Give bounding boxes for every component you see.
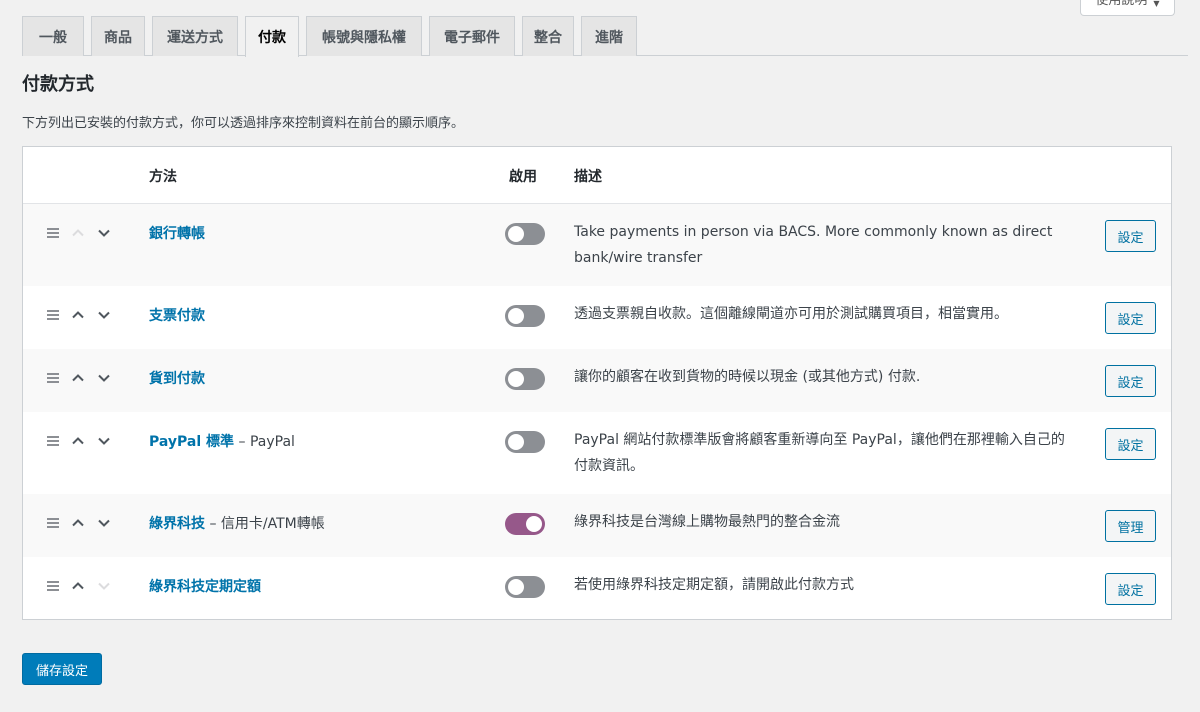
drag-handle-icon[interactable] [47, 373, 59, 383]
move-up-icon[interactable] [71, 308, 85, 322]
enable-toggle[interactable] [505, 513, 545, 535]
page-intro: 下方列出已安裝的付款方式，你可以透過排序來控制資料在前台的顯示順序。 [22, 116, 465, 131]
method-description: 若使用綠界科技定期定額，請開啟此付款方式 [574, 577, 854, 593]
move-down-icon[interactable] [97, 371, 111, 385]
tab-payments[interactable]: 付款 [245, 16, 299, 57]
method-name: 支票付款 [149, 305, 205, 325]
toggle-knob [508, 308, 524, 324]
tab-advanced[interactable]: 進階 [581, 16, 637, 56]
settings-button[interactable]: 設定 [1105, 428, 1156, 460]
method-description: Take payments in person via BACS. More c… [574, 224, 1053, 266]
table-row: 銀行轉帳 Take payments in person via BACS. M… [23, 204, 1171, 286]
move-down-icon[interactable] [97, 308, 111, 322]
move-up-icon[interactable] [71, 579, 85, 593]
method-name: 貨到付款 [149, 368, 205, 388]
method-name: 綠界科技定期定額 [149, 576, 261, 596]
move-up-icon[interactable] [71, 226, 85, 240]
save-settings-button[interactable]: 儲存設定 [22, 653, 102, 685]
tab-shipping[interactable]: 運送方式 [152, 16, 238, 56]
payment-methods-table: 方法 啟用 描述 銀行轉帳 Take payments in person vi… [22, 146, 1172, 620]
drag-handle-icon[interactable] [47, 436, 59, 446]
table-row: PayPal 標準 – PayPal PayPal 網站付款標準版會將顧客重新導… [23, 412, 1171, 494]
header-description: 描述 [574, 169, 602, 185]
drag-handle-icon[interactable] [47, 310, 59, 320]
toggle-knob [508, 226, 524, 242]
sort-controls [47, 371, 123, 385]
caret-down-icon: ▼ [1153, 0, 1160, 8]
help-button-label: 使用說明 [1095, 0, 1148, 8]
method-link[interactable]: 綠界科技 [149, 516, 205, 532]
page-title: 付款方式 [22, 74, 94, 95]
manage-button[interactable]: 管理 [1105, 510, 1156, 542]
method-link[interactable]: 支票付款 [149, 308, 205, 324]
settings-tabs: 一般 商品 運送方式 付款 帳號與隱私權 電子郵件 整合 進階 [22, 16, 1188, 57]
move-down-icon[interactable] [97, 434, 111, 448]
method-link[interactable]: 銀行轉帳 [149, 226, 205, 242]
move-up-icon[interactable] [71, 434, 85, 448]
settings-button[interactable]: 設定 [1105, 573, 1156, 605]
toggle-knob [508, 434, 524, 450]
toggle-knob [508, 579, 524, 595]
move-up-icon[interactable] [71, 516, 85, 530]
enable-toggle[interactable] [505, 305, 545, 327]
sort-controls [47, 308, 123, 322]
tab-emails[interactable]: 電子郵件 [429, 16, 515, 56]
move-down-icon[interactable] [97, 226, 111, 240]
enable-toggle[interactable] [505, 576, 545, 598]
method-link[interactable]: 綠界科技定期定額 [149, 579, 261, 595]
method-subtitle: – PayPal [234, 434, 295, 450]
method-description: 讓你的顧客在收到貨物的時候以現金 (或其他方式) 付款. [574, 369, 921, 385]
table-row: 貨到付款 讓你的顧客在收到貨物的時候以現金 (或其他方式) 付款. 設定 [23, 349, 1171, 412]
sort-controls [47, 516, 123, 530]
method-name: 銀行轉帳 [149, 223, 205, 243]
settings-button[interactable]: 設定 [1105, 220, 1156, 252]
method-link[interactable]: PayPal 標準 [149, 434, 234, 450]
enable-toggle[interactable] [505, 223, 545, 245]
method-subtitle: – 信用卡/ATM轉帳 [205, 516, 325, 532]
settings-button[interactable]: 設定 [1105, 302, 1156, 334]
drag-handle-icon[interactable] [47, 228, 59, 238]
method-link[interactable]: 貨到付款 [149, 371, 205, 387]
sort-controls [47, 226, 123, 240]
tab-integration[interactable]: 整合 [522, 16, 574, 56]
move-up-icon[interactable] [71, 371, 85, 385]
table-row: 綠界科技定期定額 若使用綠界科技定期定額，請開啟此付款方式 設定 [23, 557, 1171, 619]
table-row: 綠界科技 – 信用卡/ATM轉帳 綠界科技是台灣線上購物最熱門的整合金流 管理 [23, 494, 1171, 557]
enable-toggle[interactable] [505, 431, 545, 453]
move-down-icon[interactable] [97, 516, 111, 530]
header-enabled: 啟用 [509, 169, 537, 185]
settings-button[interactable]: 設定 [1105, 365, 1156, 397]
method-description: 綠界科技是台灣線上購物最熱門的整合金流 [574, 514, 840, 530]
help-button[interactable]: 使用說明 ▼ [1080, 0, 1175, 16]
method-name: 綠界科技 – 信用卡/ATM轉帳 [149, 513, 325, 533]
enable-toggle[interactable] [505, 368, 545, 390]
tab-products[interactable]: 商品 [91, 16, 145, 56]
tab-general[interactable]: 一般 [22, 16, 84, 56]
table-row: 支票付款 透過支票親自收款。這個離線閘道亦可用於測試購買項目，相當實用。 設定 [23, 286, 1171, 349]
header-method: 方法 [149, 169, 177, 185]
method-name: PayPal 標準 – PayPal [149, 431, 295, 451]
table-header: 方法 啟用 描述 [23, 147, 1171, 204]
move-down-icon[interactable] [97, 579, 111, 593]
tab-accounts-privacy[interactable]: 帳號與隱私權 [306, 16, 422, 56]
drag-handle-icon[interactable] [47, 581, 59, 591]
toggle-knob [508, 371, 524, 387]
sort-controls [47, 434, 123, 448]
toggle-knob [526, 516, 542, 532]
method-description: 透過支票親自收款。這個離線閘道亦可用於測試購買項目，相當實用。 [574, 306, 1008, 322]
sort-controls [47, 579, 123, 593]
drag-handle-icon[interactable] [47, 518, 59, 528]
method-description: PayPal 網站付款標準版會將顧客重新導向至 PayPal，讓他們在那裡輸入自… [574, 432, 1065, 474]
